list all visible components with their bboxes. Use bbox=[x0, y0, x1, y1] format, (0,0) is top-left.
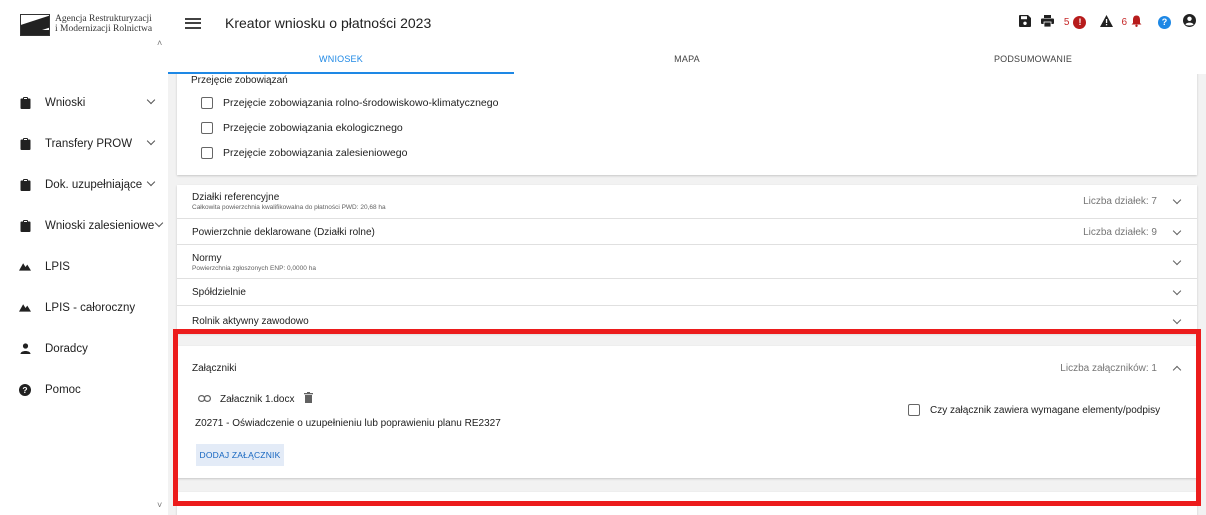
tab-podsumowanie[interactable]: PODSUMOWANIE bbox=[860, 46, 1206, 74]
chevron-down-icon[interactable] bbox=[1172, 286, 1182, 296]
page-title: Kreator wniosku o płatności 2023 bbox=[225, 15, 432, 31]
checkbox[interactable] bbox=[201, 147, 213, 159]
panel-subtitle: Całkowita powierzchnia kwalifikowalna do… bbox=[192, 204, 386, 211]
sidebar-item-label: LPIS bbox=[45, 260, 70, 273]
highlight-annotation bbox=[173, 329, 1201, 506]
sidebar-nav: Wnioski Transfery PROW Dok. uzupełniając… bbox=[0, 82, 168, 410]
panel-title: Spółdzielnie bbox=[192, 287, 246, 298]
sidebar-scroll-down-icon[interactable]: ˅ bbox=[157, 500, 162, 510]
panel-normy[interactable]: Normy Powierzchnia zgłoszonych ENP: 0,00… bbox=[177, 245, 1197, 279]
chevron-down-icon[interactable] bbox=[1172, 195, 1182, 205]
chevron-down-icon bbox=[146, 95, 156, 105]
person-icon bbox=[19, 343, 31, 355]
notifications-bell-icon[interactable] bbox=[1131, 15, 1142, 30]
clipboard-icon bbox=[19, 219, 31, 232]
sidebar-item-transfery-prow[interactable]: Transfery PROW bbox=[0, 123, 168, 164]
checkbox[interactable] bbox=[201, 97, 213, 109]
sidebar: Agencja Restrukturyzacji i Modernizacji … bbox=[0, 0, 168, 515]
clipboard-icon bbox=[19, 178, 31, 191]
chevron-down-icon[interactable] bbox=[1172, 256, 1182, 266]
print-icon[interactable] bbox=[1040, 14, 1054, 30]
toolbar: 5 ! 6 ? bbox=[1009, 14, 1196, 30]
sidebar-item-pomoc[interactable]: ? Pomoc bbox=[0, 369, 168, 410]
arimr-logo: Agencja Restrukturyzacji i Modernizacji … bbox=[20, 14, 152, 36]
sidebar-item-lpis[interactable]: LPIS bbox=[0, 246, 168, 287]
panel-title: Działki referencyjne bbox=[192, 192, 280, 203]
clipboard-icon bbox=[19, 137, 31, 150]
sidebar-item-wnioski-zalesieniowe[interactable]: Wnioski zalesieniowe bbox=[0, 205, 168, 246]
sidebar-item-label: LPIS - całoroczny bbox=[45, 301, 136, 314]
takeover-section-title: Przejęcie zobowiązań bbox=[191, 75, 288, 86]
sidebar-item-doradcy[interactable]: Doradcy bbox=[0, 328, 168, 369]
sidebar-item-label: Wnioski bbox=[45, 96, 86, 109]
takeover-option-3[interactable]: Przejęcie zobowiązania zalesieniowego bbox=[201, 147, 407, 159]
clipboard-icon bbox=[19, 96, 31, 109]
sidebar-item-dok-uzupelniajace[interactable]: Dok. uzupełniające bbox=[0, 164, 168, 205]
sidebar-item-label: Pomoc bbox=[45, 383, 81, 396]
sidebar-item-wnioski[interactable]: Wnioski bbox=[0, 82, 168, 123]
warnings-count: 6 bbox=[1121, 16, 1127, 28]
panel-title: Rolnik aktywny zawodowo bbox=[192, 316, 309, 327]
top-bar: Kreator wniosku o płatności 2023 5 ! 6 ? bbox=[168, 0, 1206, 46]
sidebar-item-label: Doradcy bbox=[45, 342, 88, 355]
sidebar-scroll-up-icon[interactable]: ˄ bbox=[157, 38, 162, 48]
logo-line-1: Agencja Restrukturyzacji bbox=[55, 14, 152, 24]
chevron-down-icon bbox=[146, 177, 156, 187]
checkbox-label: Przejęcie zobowiązania rolno-środowiskow… bbox=[223, 97, 499, 109]
tab-mapa[interactable]: MAPA bbox=[514, 46, 860, 74]
sidebar-item-label: Wnioski zalesieniowe bbox=[45, 219, 155, 232]
checkbox-label: Przejęcie zobowiązania zalesieniowego bbox=[223, 147, 408, 159]
tabs: WNIOSEK MAPA PODSUMOWANIE bbox=[168, 46, 1206, 74]
chevron-down-icon[interactable] bbox=[1172, 226, 1182, 236]
save-icon[interactable] bbox=[1018, 14, 1031, 30]
panel-powierzchnie-deklarowane[interactable]: Powierzchnie deklarowane (Działki rolne)… bbox=[177, 219, 1197, 245]
sidebar-item-lpis-caloroczny[interactable]: LPIS - całoroczny bbox=[0, 287, 168, 328]
panel-title: Normy bbox=[192, 253, 222, 264]
svg-text:?: ? bbox=[22, 385, 27, 395]
chevron-down-icon bbox=[146, 136, 156, 146]
terrain-icon bbox=[19, 302, 31, 314]
terrain-icon bbox=[19, 261, 31, 273]
main-content: Przejęcie zobowiązań Przejęcie zobowiąza… bbox=[168, 74, 1206, 515]
hamburger-menu-icon[interactable] bbox=[185, 17, 201, 29]
panels-card: Działki referencyjne Całkowita powierzch… bbox=[177, 185, 1197, 333]
takeover-option-1[interactable]: Przejęcie zobowiązania rolno-środowiskow… bbox=[201, 97, 498, 109]
panel-count: Liczba działek: 7 bbox=[1083, 196, 1157, 207]
panel-spoldzielnie[interactable]: Spółdzielnie bbox=[177, 279, 1197, 306]
checkbox-label: Przejęcie zobowiązania ekologicznego bbox=[223, 122, 403, 134]
errors-count: 5 bbox=[1063, 16, 1070, 28]
logo-line-2: i Modernizacji Rolnictwa bbox=[55, 24, 153, 34]
panel-dzialki-referencyjne[interactable]: Działki referencyjne Całkowita powierzch… bbox=[177, 185, 1197, 219]
checkbox[interactable] bbox=[201, 122, 213, 134]
chevron-down-icon[interactable] bbox=[1172, 315, 1182, 325]
takeover-option-2[interactable]: Przejęcie zobowiązania ekologicznego bbox=[201, 122, 403, 134]
account-icon[interactable] bbox=[1183, 14, 1196, 30]
sidebar-item-label: Transfery PROW bbox=[45, 137, 133, 150]
takeover-card: Przejęcie zobowiązań Przejęcie zobowiąza… bbox=[177, 74, 1197, 175]
panel-title: Powierzchnie deklarowane (Działki rolne) bbox=[192, 227, 375, 238]
error-icon[interactable]: ! bbox=[1073, 15, 1087, 29]
arimr-logo-mark bbox=[20, 14, 50, 36]
panel-subtitle: Powierzchnia zgłoszonych ENP: 0,0000 ha bbox=[192, 265, 316, 272]
tab-wniosek[interactable]: WNIOSEK bbox=[168, 46, 514, 74]
panel-count: Liczba działek: 9 bbox=[1083, 227, 1157, 238]
warning-icon[interactable] bbox=[1100, 14, 1114, 30]
chevron-down-icon bbox=[154, 218, 164, 228]
sidebar-item-label: Dok. uzupełniające bbox=[45, 178, 143, 191]
help-icon: ? bbox=[19, 383, 31, 396]
help-icon[interactable]: ? bbox=[1158, 15, 1171, 29]
